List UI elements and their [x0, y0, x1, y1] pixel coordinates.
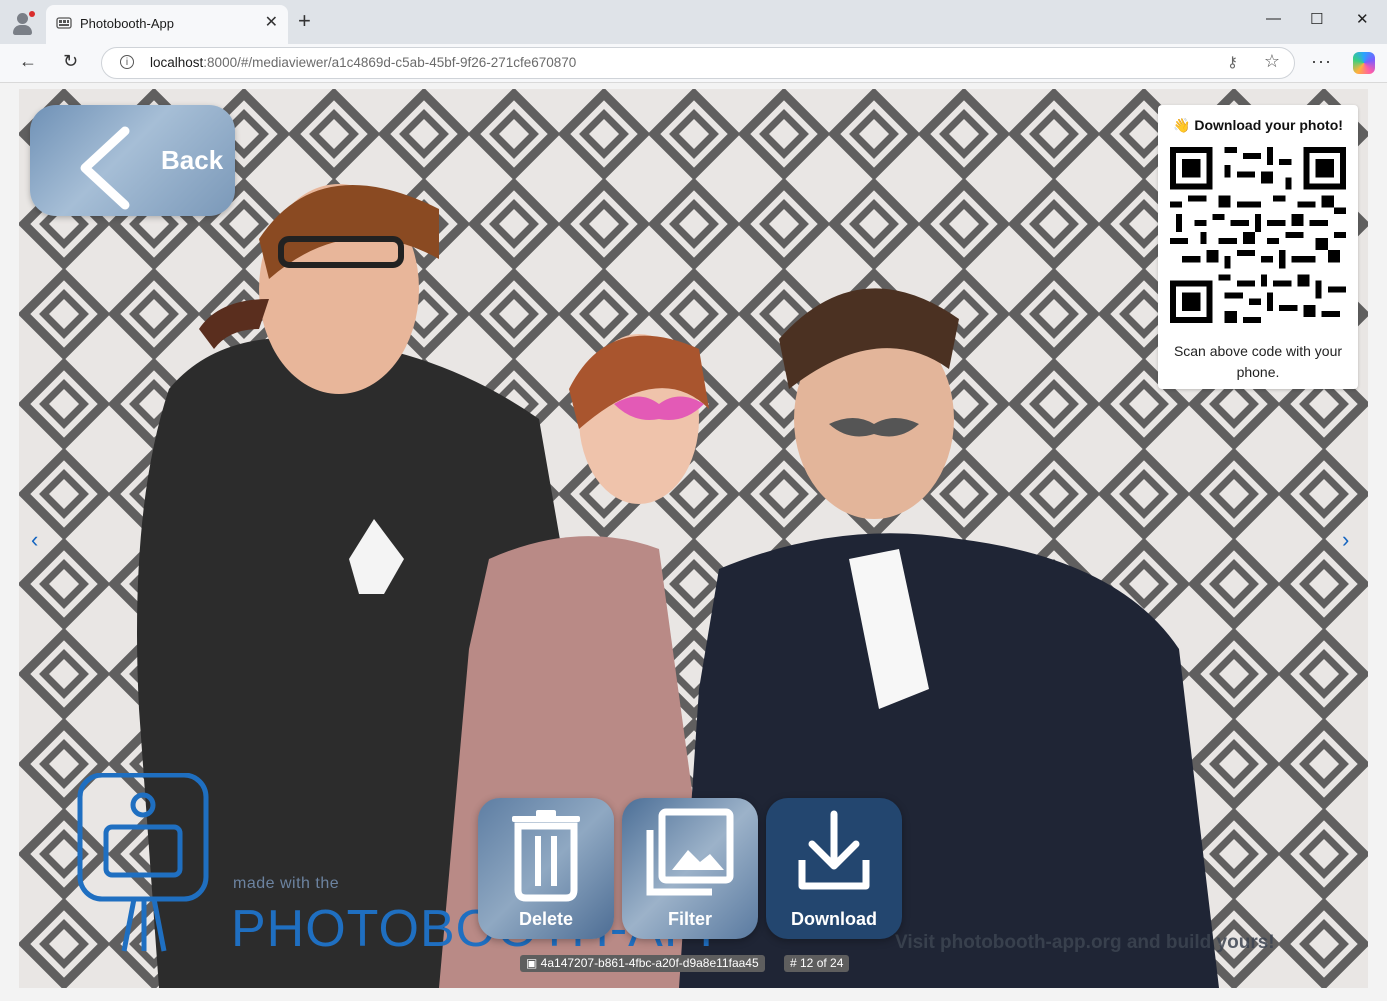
back-label: Back [161, 145, 224, 175]
browser-tab-bar: Photobooth-App ✕ + — ☐ ✕ [0, 0, 1387, 44]
maximize-icon[interactable]: ☐ [1310, 10, 1323, 28]
download-button[interactable]: Download [766, 798, 902, 939]
profile-icon[interactable] [10, 10, 36, 36]
url-text: localhost:8000/#/mediaviewer/a1c4869d-c5… [150, 55, 577, 70]
qr-download-panel: 👋 Download your photo! Scan above code w… [1158, 105, 1358, 389]
next-arrow-icon[interactable]: › [1342, 527, 1349, 553]
position-badge: # 12 of 24 [784, 955, 850, 972]
image-icon: ▣ [526, 956, 541, 970]
browser-tab[interactable]: Photobooth-App ✕ [46, 5, 288, 44]
download-icon [798, 810, 870, 890]
close-icon[interactable]: ✕ [1356, 10, 1369, 28]
download-label: Download [791, 909, 877, 929]
chevron-left-icon [80, 126, 130, 210]
filter-label: Filter [667, 909, 712, 929]
media-viewer: Back 👋 Download your photo! Scan above c… [19, 89, 1368, 988]
more-icon[interactable]: ··· [1311, 51, 1332, 72]
previous-arrow-icon[interactable]: ‹ [31, 527, 38, 553]
qr-hint: Scan above code with your phone. [1173, 343, 1343, 380]
back-button[interactable]: Back [30, 105, 235, 216]
plus-icon[interactable]: + [298, 9, 311, 33]
tab-title: Photobooth-App [80, 16, 174, 31]
trash-icon [512, 810, 580, 902]
close-icon[interactable]: ✕ [265, 12, 278, 32]
qr-code[interactable] [1170, 147, 1346, 323]
photobooth-logo [77, 773, 209, 952]
arrow-left-icon[interactable]: ← [19, 51, 37, 72]
star-icon[interactable]: ☆ [1264, 51, 1280, 72]
url-field[interactable]: i localhost:8000/#/mediaviewer/a1c4869d-… [101, 47, 1295, 79]
info-icon[interactable]: i [120, 55, 134, 69]
watermark-visit: Visit photobooth-app.org and build yours… [895, 932, 1275, 953]
delete-button[interactable]: Delete [478, 798, 614, 939]
delete-label: Delete [518, 909, 574, 929]
qr-heading: 👋 Download your photo! [1173, 117, 1343, 133]
copilot-icon[interactable] [1353, 52, 1375, 74]
address-bar: ← ↻ i localhost:8000/#/mediaviewer/a1c48… [0, 44, 1387, 83]
watermark-made-with: made with the [233, 875, 340, 892]
gallery-icon [56, 17, 72, 29]
key-icon[interactable]: ⚷ [1227, 53, 1238, 71]
filter-button[interactable]: Filter [622, 798, 758, 939]
images-icon [646, 808, 734, 896]
reload-icon[interactable]: ↻ [63, 51, 78, 72]
minimize-icon[interactable]: — [1266, 10, 1281, 27]
media-id-badge: ▣ 4a147207-b861-4fbc-a20f-d9a8e11faa45 [520, 955, 765, 972]
